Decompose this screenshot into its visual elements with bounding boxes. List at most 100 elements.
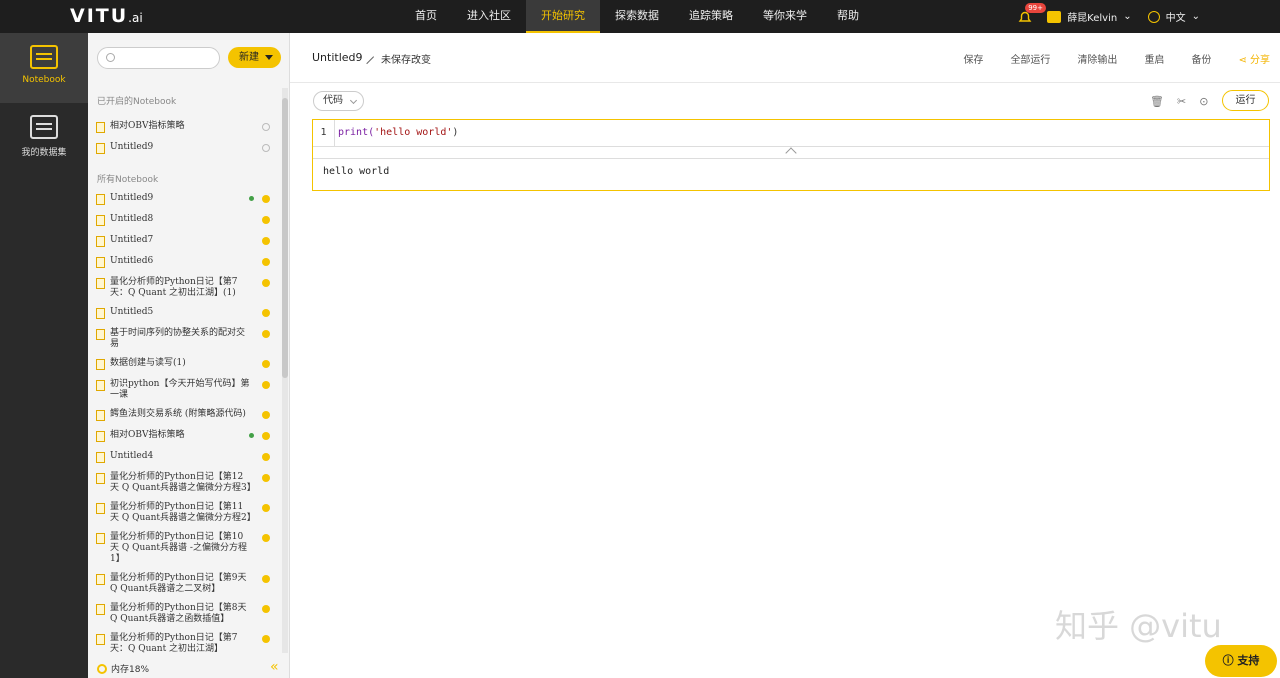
scissors-icon[interactable]: ✂ (1177, 95, 1186, 108)
download-icon[interactable] (262, 534, 270, 542)
download-icon[interactable] (262, 258, 270, 266)
item-label: 量化分析师的Python日记【第7天：Q Quant 之初出江湖】 (110, 633, 238, 654)
download-icon[interactable] (262, 474, 270, 482)
share-button[interactable]: ⋖ 分享 (1238, 51, 1270, 66)
item-label: Untitled9 (110, 193, 154, 203)
notebook-item[interactable]: Untitled8 (88, 210, 282, 231)
code-paren: ) (452, 127, 459, 138)
nav-community[interactable]: 进入社区 (452, 0, 526, 33)
language-selector[interactable]: 中文 (1166, 9, 1186, 24)
chevron-down-icon[interactable]: ⌄ (1192, 11, 1200, 22)
download-icon[interactable] (262, 237, 270, 245)
download-icon[interactable] (262, 279, 270, 287)
notebook-item[interactable]: 量化分析师的Python日记【第7天：Q Quant 之初出江湖】(1) (88, 273, 282, 303)
backup-button[interactable]: 备份 (1191, 51, 1211, 66)
more-icon[interactable]: ⊙ (1199, 95, 1208, 108)
nav-research[interactable]: 开始研究 (526, 0, 600, 33)
collapse-panel-icon[interactable]: « (270, 659, 279, 675)
nav-learn[interactable]: 等你来学 (748, 0, 822, 33)
nav-strategies[interactable]: 追踪策略 (674, 0, 748, 33)
rail-datasets[interactable]: 我的数据集 (0, 103, 88, 173)
code-function: print( (338, 127, 375, 138)
notebook-title[interactable]: Untitled9 (312, 51, 363, 64)
run-all-button[interactable]: 全部运行 (1010, 51, 1050, 66)
download-icon[interactable] (262, 195, 270, 203)
file-icon (96, 473, 105, 484)
download-icon[interactable] (262, 432, 270, 440)
download-icon[interactable] (262, 605, 270, 613)
download-icon[interactable] (262, 453, 270, 461)
download-icon[interactable] (262, 309, 270, 317)
bell-icon[interactable]: 99+ (1017, 2, 1046, 25)
download-icon[interactable] (262, 411, 270, 419)
search-input[interactable] (120, 50, 215, 66)
download-icon[interactable] (262, 381, 270, 389)
trash-icon[interactable]: 🗑 (1150, 95, 1164, 108)
running-status-dot (249, 196, 254, 201)
notebook-item[interactable]: 相对OBV指标策略 (88, 426, 282, 447)
download-icon[interactable] (262, 216, 270, 224)
watermark: 知乎 @vitu (1055, 607, 1222, 645)
file-icon (96, 143, 105, 154)
nav-home[interactable]: 首页 (400, 0, 452, 33)
settings-icon[interactable] (262, 144, 270, 152)
file-icon (96, 194, 105, 205)
notebook-item[interactable]: 量化分析师的Python日记【第7天：Q Quant 之初出江湖】 (88, 629, 282, 659)
open-notebook-item[interactable]: 相对OBV指标策略 (88, 117, 282, 138)
notebook-item[interactable]: Untitled9 (88, 189, 282, 210)
notebook-item[interactable]: 量化分析师的Python日记【第8天 Q Quant兵器谱之函数插值】 (88, 599, 282, 629)
notebook-item[interactable]: Untitled5 (88, 303, 282, 324)
vitu-logo[interactable]: VITU.ai (70, 5, 143, 27)
save-button[interactable]: 保存 (963, 51, 983, 66)
file-icon (96, 257, 105, 268)
cell-type-select[interactable]: 代码 (313, 91, 364, 111)
notebook-item[interactable]: 量化分析师的Python日记【第10天 Q Quant兵器谱 -之偏微分方程1】 (88, 528, 282, 569)
download-icon[interactable] (262, 360, 270, 368)
notebook-panel: 新建 已开启的Notebook 相对OBV指标策略 Untitled9 所有No… (88, 33, 290, 678)
search-box[interactable] (97, 47, 220, 69)
cell-output: hello world (323, 166, 390, 177)
notebook-item[interactable]: 鳄鱼法则交易系统 (附策略源代码) (88, 405, 282, 426)
download-icon[interactable] (262, 504, 270, 512)
download-icon[interactable] (262, 330, 270, 338)
file-icon (96, 329, 105, 340)
all-notebooks-label: 所有Notebook (97, 175, 159, 185)
nav-help[interactable]: 帮助 (822, 0, 874, 33)
notebook-item[interactable]: 初识python【今天开始写代码】第一课 (88, 375, 282, 405)
code-cell[interactable]: 1 print('hello world') hello world (312, 119, 1270, 191)
item-label: 量化分析师的Python日记【第11天 Q Quant兵器谱之偏微分方程2】 (110, 502, 256, 523)
new-button-label: 新建 (239, 52, 259, 63)
user-area: 99+ 薛昆Kelvin ⌄ 中文 ⌄ (1017, 0, 1200, 33)
rail-notebook[interactable]: Notebook (0, 33, 88, 103)
notebook-item[interactable]: 量化分析师的Python日记【第12天 Q Quant兵器谱之偏微分方程3】 (88, 468, 282, 498)
notebook-item[interactable]: Untitled4 (88, 447, 282, 468)
clear-output-button[interactable]: 清除输出 (1077, 51, 1117, 66)
open-notebook-item[interactable]: Untitled9 (88, 138, 282, 159)
rail-datasets-label: 我的数据集 (21, 148, 67, 158)
nav-explore-data[interactable]: 探索数据 (600, 0, 674, 33)
dataset-icon (30, 115, 58, 139)
memory-indicator: 内存18% (97, 662, 149, 675)
file-icon (96, 215, 105, 226)
user-name[interactable]: 薛昆Kelvin (1067, 9, 1117, 24)
item-label: Untitled9 (110, 142, 154, 152)
collapse-output-icon[interactable] (785, 147, 797, 159)
notebook-item[interactable]: 量化分析师的Python日记【第11天 Q Quant兵器谱之偏微分方程2】 (88, 498, 282, 528)
notebook-item[interactable]: Untitled7 (88, 231, 282, 252)
notebook-item[interactable]: 基于时间序列的协整关系的配对交易 (88, 324, 282, 354)
panel-scrollbar[interactable] (282, 88, 288, 653)
download-icon[interactable] (262, 635, 270, 643)
support-button[interactable]: ⓘ 支持 (1205, 645, 1277, 677)
restart-button[interactable]: 重启 (1144, 51, 1164, 66)
notebook-item[interactable]: 量化分析师的Python日记【第9天 Q Quant兵器谱之二叉树】 (88, 569, 282, 599)
scrollbar-thumb[interactable] (282, 98, 288, 378)
chevron-down-icon[interactable]: ⌄ (1123, 11, 1131, 22)
code-editor[interactable]: print('hello world') (338, 120, 458, 146)
file-icon (96, 574, 105, 585)
run-cell-button[interactable]: 运行 (1222, 90, 1269, 111)
notebook-item[interactable]: 数据创建与读写(1) (88, 354, 282, 375)
download-icon[interactable] (262, 575, 270, 583)
settings-icon[interactable] (262, 123, 270, 131)
notebook-item[interactable]: Untitled6 (88, 252, 282, 273)
new-notebook-button[interactable]: 新建 (228, 47, 281, 68)
